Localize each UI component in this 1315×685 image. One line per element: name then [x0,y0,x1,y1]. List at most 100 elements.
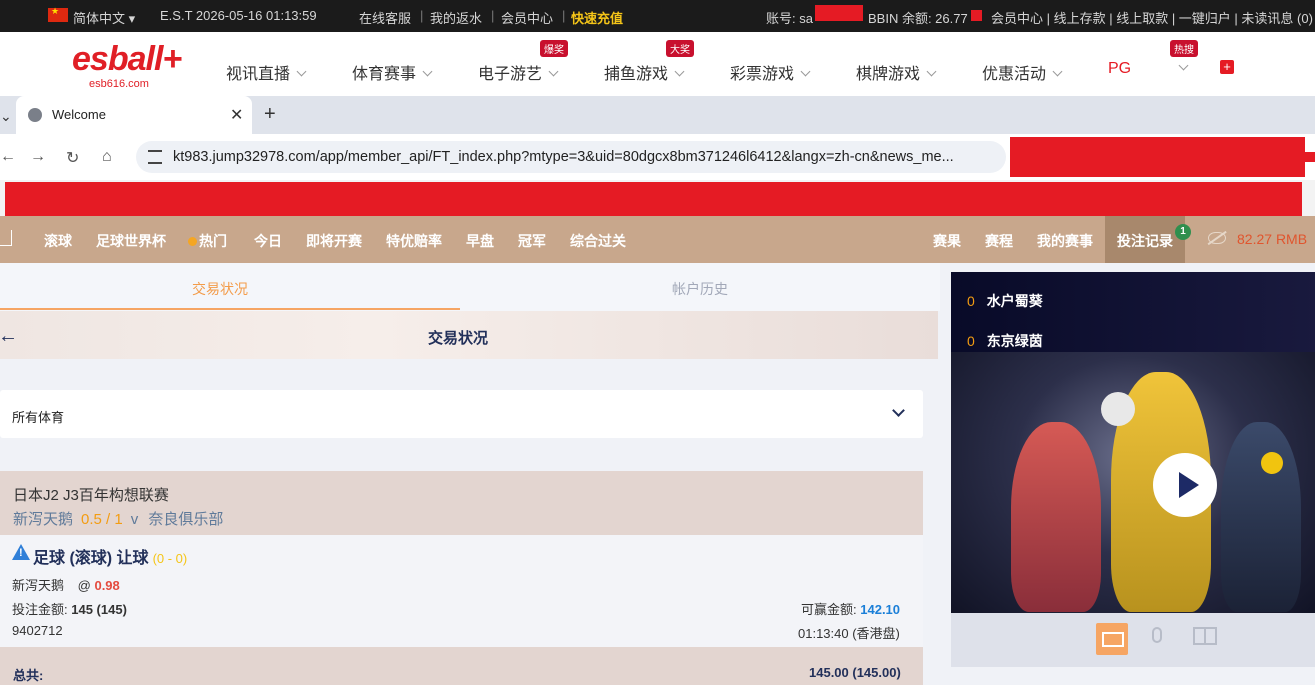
back-icon[interactable]: ← [0,148,16,166]
tab-schedule[interactable]: 赛程 [985,231,1013,251]
plus-icon[interactable]: + [1220,60,1234,74]
nav-label: 电子游艺 [478,66,543,83]
logo[interactable]: esball+ esb616.com [72,42,182,92]
nav-promotions[interactable]: 优惠活动 [982,60,1063,84]
tv-icon[interactable] [1096,623,1128,655]
close-icon[interactable]: ✕ [230,105,243,125]
team-name: 东京绿茵 [986,333,1043,349]
china-flag-icon[interactable] [48,6,68,22]
total-label: 总共: [13,668,44,683]
tab-bet-records[interactable]: 投注记录 [1105,216,1185,263]
nav-label: 棋牌游戏 [856,66,921,83]
logo-brand: esball+ [72,40,182,78]
url-field[interactable]: kt983.jump32978.com/app/member_api/FT_in… [136,141,1006,173]
forward-icon[interactable]: → [30,148,46,166]
total-value: 145.00 (145.00) [809,665,901,680]
refresh-icon[interactable] [971,10,982,21]
tab-label: 热门 [199,233,227,249]
tennis-ball-icon [1261,452,1283,474]
nav-label: 彩票游戏 [730,66,795,83]
tab-best-odds[interactable]: 特优赔率 [386,231,442,251]
chevron-down-icon[interactable]: ⌄ [0,108,12,125]
play-icon[interactable] [1153,453,1217,517]
bet-status-panel: 交易状况 帐户历史 ← 交易状况 所有体育 日本J2 J3百年构想联赛 新泻天鹅… [0,263,940,685]
support-link[interactable]: 在线客服 [359,8,411,27]
redacted-block [815,5,863,21]
tab-in-play[interactable]: 滚球 [44,231,72,251]
tab-label: 投注记录 [1117,233,1173,249]
quick-deposit-link[interactable]: 快速充值 [571,8,623,27]
tab-hot[interactable]: 热门 [188,231,227,251]
reload-icon[interactable]: ↻ [66,148,79,168]
win-row: 可赢金额: 142.10 [801,599,900,618]
bet-type-label: 足球 (滚球) 让球 [33,550,149,567]
bet-time: 01:13:40 (香港盘) [798,626,900,641]
microphone-icon[interactable] [1152,627,1162,643]
tab-world-cup[interactable]: 足球世界杯 [96,231,166,251]
page-title: 交易状况 [428,330,489,347]
nav-card-games[interactable]: 棋牌游戏 [856,60,937,84]
match-line: 新泻天鹅 0.5 / 1 v 奈良俱乐部 [13,508,223,529]
tab-account-history[interactable]: 帐户历史 [672,279,728,299]
rebate-link[interactable]: 我的返水 [430,8,482,27]
match-header: 日本J2 J3百年构想联赛 新泻天鹅 0.5 / 1 v 奈良俱乐部 [0,471,923,535]
redacted-block [1010,137,1305,177]
tab-title: Welcome [52,107,106,122]
tab-results[interactable]: 赛果 [933,231,961,251]
new-tab-icon[interactable]: + [264,103,276,126]
nav-live-casino[interactable]: 视讯直播 [226,60,307,84]
top-bar: 简体中文 ▾ E.S.T 2026-05-16 01:13:59 在线客服 | … [0,0,1315,32]
video-thumbnail [951,352,1315,613]
balance-value: 82.27 [1237,231,1273,247]
currency: RMB [1275,231,1308,247]
ticket-id: 9402712 [12,623,63,638]
sport-filter-dropdown[interactable]: 所有体育 [0,390,923,438]
tab-transaction-status[interactable]: 交易状况 [192,279,248,299]
nav-label: 体育赛事 [352,66,417,83]
home-icon[interactable] [0,230,12,246]
url-text: kt983.jump32978.com/app/member_api/FT_in… [173,149,954,165]
tab-my-events[interactable]: 我的赛事 [1037,231,1093,251]
eye-off-icon[interactable] [1208,232,1226,244]
member-center-link[interactable]: 会员中心 [501,8,553,27]
stake-row: 投注金额: 145 (145) [12,599,127,618]
active-tab-indicator [0,308,460,310]
browser-tab[interactable]: Welcome ✕ [16,96,252,134]
home-icon[interactable]: ⌂ [102,148,112,166]
live-video[interactable]: 0 水户蜀葵 0 东京绿茵 [951,272,1315,613]
tab-starting-soon[interactable]: 即将开赛 [306,231,362,251]
browser-tab-strip: ⌄ Welcome ✕ + [0,96,1315,134]
nav-lottery[interactable]: 彩票游戏 [730,60,811,84]
tab-early[interactable]: 早盘 [466,231,494,251]
nav-slots[interactable]: 电子游艺 [478,60,559,84]
language-selector[interactable]: 简体中文 ▾ [73,8,135,27]
logo-url: esb616.com [89,78,149,90]
at-sign: @ [77,578,91,593]
nav-pg[interactable]: PG [1108,60,1131,78]
back-arrow-icon[interactable]: ← [0,325,18,348]
nav-more[interactable] [1172,60,1189,78]
account-links[interactable]: 会员中心 | 线上存款 | 线上取款 | 一键归户 | 未读讯息 (0) [991,8,1313,27]
nav-label: 捕鱼游戏 [604,66,669,83]
nav-sports[interactable]: 体育赛事 [352,60,433,84]
tab-today[interactable]: 今日 [254,231,282,251]
jackpot-tag: 大奖 [666,40,694,57]
tab-parlay[interactable]: 综合过关 [570,231,626,251]
account-balance: 82.27 RMB [1237,231,1307,247]
nav-label: 优惠活动 [982,66,1047,83]
chevron-down-icon [1052,66,1063,77]
league-name: 日本J2 J3百年构想联赛 [13,487,169,504]
scoreboard: 0 水户蜀葵 0 东京绿茵 [951,272,1315,352]
pitch-icon[interactable] [1193,627,1217,645]
chevron-down-icon [422,66,433,77]
odds: 0.98 [94,578,120,593]
hot-tag: 爆奖 [540,40,568,57]
bet-ticket: 足球 (滚球) 让球(0 - 0) 新泻天鹅 @ 0.98 投注金额: 145 … [0,535,923,647]
stake-value: 145 (145) [71,602,127,617]
nav-fishing[interactable]: 捕鱼游戏 [604,60,685,84]
site-info-icon[interactable] [148,150,162,164]
tab-outright[interactable]: 冠军 [518,231,546,251]
hot-dot-icon [188,237,197,246]
stake-label: 投注金额: [12,602,68,617]
divider: | [562,8,566,23]
